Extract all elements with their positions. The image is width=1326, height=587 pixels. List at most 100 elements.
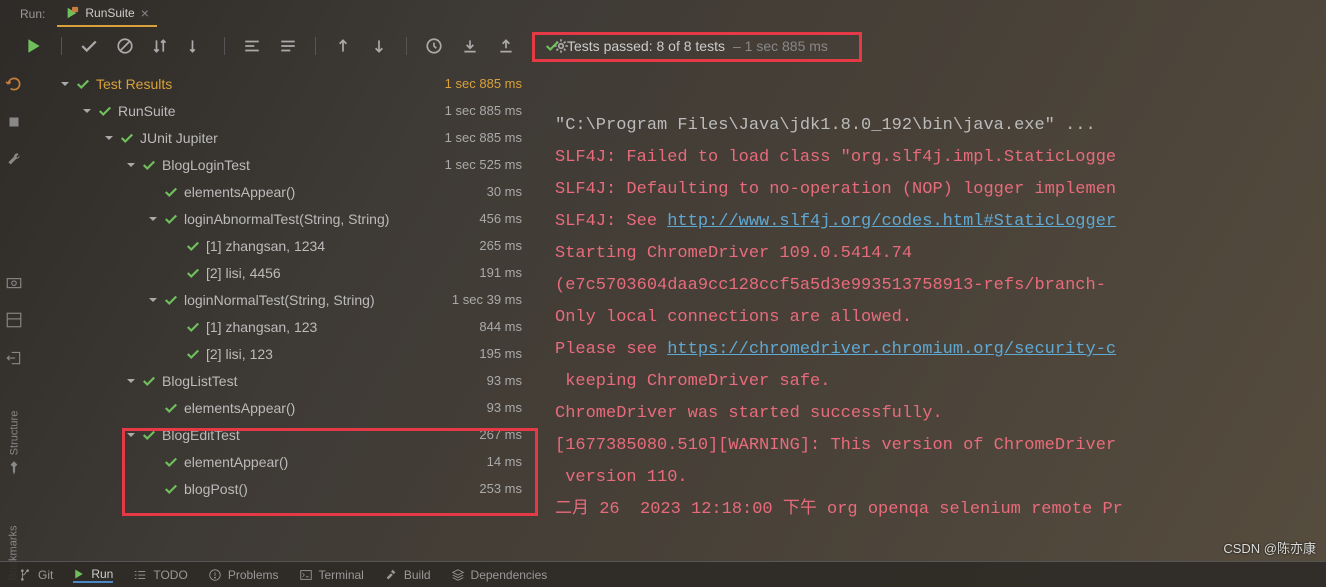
separator xyxy=(61,37,62,55)
console-line: version 110. xyxy=(555,468,688,487)
problems-tab[interactable]: Problems xyxy=(208,568,279,582)
test-time: 195 ms xyxy=(479,346,522,361)
check-pass-icon xyxy=(164,482,178,496)
console-output[interactable]: "C:\Program Files\Java\jdk1.8.0_192\bin\… xyxy=(555,78,1326,557)
check-pass-icon xyxy=(142,428,156,442)
wrench-icon[interactable] xyxy=(5,151,23,169)
collapse-icon[interactable] xyxy=(279,37,297,55)
test-tree: Test Results1 sec 885 msRunSuite1 sec 88… xyxy=(60,70,530,502)
chevron-down-icon xyxy=(82,106,92,116)
test-name: BlogListTest xyxy=(162,373,237,389)
close-icon[interactable]: × xyxy=(141,5,149,21)
test-time: 267 ms xyxy=(479,427,522,442)
test-row[interactable]: [1] zhangsan, 123844 ms xyxy=(60,313,530,340)
console-line: SLF4J: Failed to load class "org.slf4j.i… xyxy=(555,148,1116,167)
run-tab[interactable]: Run xyxy=(73,567,113,583)
test-row[interactable]: BlogListTest93 ms xyxy=(60,367,530,394)
terminal-icon xyxy=(299,568,313,582)
camera-icon[interactable] xyxy=(5,273,23,291)
test-row[interactable]: loginNormalTest(String, String)1 sec 39 … xyxy=(60,286,530,313)
sort2-icon[interactable] xyxy=(188,37,206,55)
test-time: 253 ms xyxy=(479,481,522,496)
chevron-down-icon xyxy=(126,430,136,440)
rerun-rail-icon[interactable] xyxy=(5,75,23,93)
layers-icon xyxy=(451,568,465,582)
test-row[interactable]: elementAppear()14 ms xyxy=(60,448,530,475)
console-line: keeping ChromeDriver safe. xyxy=(555,372,830,391)
check-icon[interactable] xyxy=(80,37,98,55)
disable-icon[interactable] xyxy=(116,37,134,55)
warning-icon xyxy=(208,568,222,582)
test-name: blogPost() xyxy=(184,481,248,497)
export-icon[interactable] xyxy=(497,37,515,55)
expand-icon[interactable] xyxy=(243,37,261,55)
check-pass-icon xyxy=(142,158,156,172)
test-name: elementsAppear() xyxy=(184,400,295,416)
todo-tab[interactable]: TODO xyxy=(133,568,187,582)
check-pass-icon xyxy=(98,104,112,118)
stop-rail-icon[interactable] xyxy=(5,113,23,131)
check-pass-icon xyxy=(142,374,156,388)
separator xyxy=(406,37,407,55)
console-link[interactable]: https://chromedriver.chromium.org/securi… xyxy=(667,340,1116,359)
list-icon xyxy=(133,568,147,582)
test-row[interactable]: BlogLoginTest1 sec 525 ms xyxy=(60,151,530,178)
test-row[interactable]: [2] lisi, 123195 ms xyxy=(60,340,530,367)
exit-icon[interactable] xyxy=(5,349,23,367)
check-pass-icon xyxy=(164,455,178,469)
test-row[interactable]: JUnit Jupiter1 sec 885 ms xyxy=(60,124,530,151)
tab-runsuite[interactable]: RunSuite × xyxy=(57,1,157,27)
run-config-icon xyxy=(65,6,79,20)
test-time: 1 sec 885 ms xyxy=(445,76,522,91)
check-pass-icon xyxy=(76,77,90,91)
console-line: Only local connections are allowed. xyxy=(555,308,912,327)
separator xyxy=(224,37,225,55)
test-row[interactable]: [1] zhangsan, 1234265 ms xyxy=(60,232,530,259)
import-icon[interactable] xyxy=(461,37,479,55)
test-row[interactable]: blogPost() 253 ms xyxy=(60,475,530,502)
test-row[interactable]: Test Results1 sec 885 ms xyxy=(60,70,530,97)
rerun-icon[interactable] xyxy=(25,37,43,55)
console-line: "C:\Program Files\Java\jdk1.8.0_192\bin\… xyxy=(555,116,1096,135)
test-row[interactable]: loginAbnormalTest(String, String)456 ms xyxy=(60,205,530,232)
structure-label[interactable]: Structure xyxy=(8,411,20,456)
build-tab[interactable]: Build xyxy=(384,568,431,582)
check-pass-icon xyxy=(164,293,178,307)
check-pass-icon xyxy=(186,347,200,361)
layout-icon[interactable] xyxy=(5,311,23,329)
check-pass-icon xyxy=(186,320,200,334)
test-name: elementsAppear() xyxy=(184,184,295,200)
test-name: loginNormalTest(String, String) xyxy=(184,292,375,308)
test-time: 30 ms xyxy=(487,184,522,199)
git-tab[interactable]: Git xyxy=(18,568,53,582)
play-icon xyxy=(73,568,85,580)
next-icon[interactable] xyxy=(370,37,388,55)
console-line: [1677385080.510][WARNING]: This version … xyxy=(555,436,1116,455)
console-line: (e7c5703604daa9cc128ccf5a5d3e99351375891… xyxy=(555,276,1106,295)
tab-title: RunSuite xyxy=(85,6,134,20)
test-toolbar xyxy=(25,32,570,60)
prev-icon[interactable] xyxy=(334,37,352,55)
test-time: 1 sec 885 ms xyxy=(445,130,522,145)
watermark: CSDN @陈亦康 xyxy=(1223,538,1316,557)
test-time: 93 ms xyxy=(487,400,522,415)
history-icon[interactable] xyxy=(425,37,443,55)
sort-icon[interactable] xyxy=(152,37,170,55)
test-row[interactable]: elementsAppear() 93 ms xyxy=(60,394,530,421)
chevron-down-icon xyxy=(126,160,136,170)
check-pass-icon xyxy=(164,401,178,415)
test-time: 14 ms xyxy=(487,454,522,469)
chevron-down-icon xyxy=(60,79,70,89)
pin-icon[interactable] xyxy=(5,459,23,477)
test-row[interactable]: BlogEditTest 267 ms xyxy=(60,421,530,448)
test-status: Tests passed: 8 of 8 tests – 1 sec 885 m… xyxy=(545,38,828,54)
test-row[interactable]: RunSuite1 sec 885 ms xyxy=(60,97,530,124)
test-row[interactable]: [2] lisi, 4456191 ms xyxy=(60,259,530,286)
deps-tab[interactable]: Dependencies xyxy=(451,568,548,582)
terminal-tab[interactable]: Terminal xyxy=(299,568,364,582)
test-name: BlogEditTest xyxy=(162,427,240,443)
console-link[interactable]: http://www.slf4j.org/codes.html#StaticLo… xyxy=(667,212,1116,231)
chevron-down-icon xyxy=(148,214,158,224)
console-line: Starting ChromeDriver 109.0.5414.74 xyxy=(555,244,912,263)
test-row[interactable]: elementsAppear() 30 ms xyxy=(60,178,530,205)
